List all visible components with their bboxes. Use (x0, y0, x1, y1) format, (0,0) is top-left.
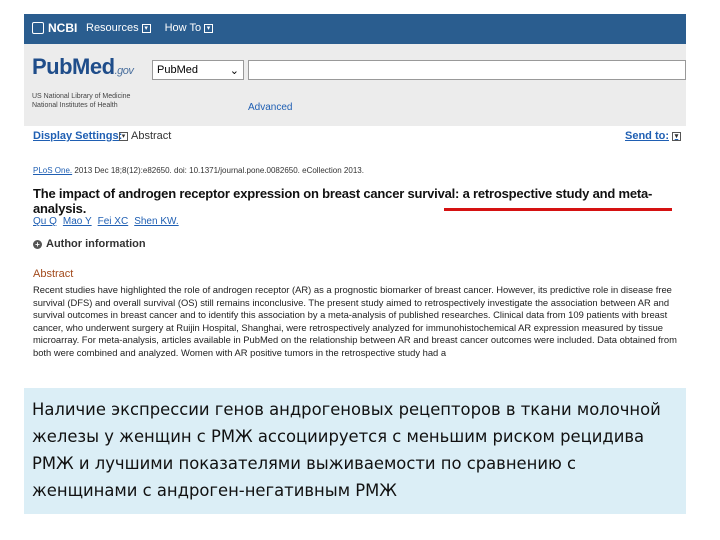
display-settings-row: Display Settings: ▾ Abstract Send to: ▾ (33, 130, 681, 146)
database-select-value: PubMed (157, 64, 198, 76)
pubmed-logo[interactable]: PubMed.gov (32, 54, 134, 80)
search-input[interactable] (248, 60, 686, 80)
author-link[interactable]: Mao Y (63, 216, 92, 227)
journal-link[interactable]: PLoS One. (33, 166, 72, 175)
ncbi-menu-resources-label: Resources (86, 22, 139, 34)
highlight-underline (444, 208, 672, 211)
ncbi-menu-howto[interactable]: How To ▾ (164, 22, 214, 34)
ncbi-menu: Resources ▾ How To ▾ (86, 22, 214, 34)
send-to-label: Send to: (625, 130, 669, 142)
ncbi-menu-resources[interactable]: Resources ▾ (86, 22, 151, 34)
author-link[interactable]: Shen KW. (134, 216, 178, 227)
ncbi-logo-text: NCBI (48, 21, 78, 35)
chevron-down-icon: ▾ (141, 23, 151, 33)
database-select[interactable]: PubMed ⌄ (152, 60, 244, 80)
expand-plus-icon: + (33, 239, 42, 249)
pubmed-logo-gov: .gov (114, 65, 134, 77)
overlay-text: Наличие экспрессии генов андрогеновых ре… (32, 400, 661, 500)
ncbi-logo[interactable]: NCBI (32, 21, 77, 35)
author-link[interactable]: Qu Q (33, 216, 57, 227)
abstract-heading: Abstract (33, 268, 74, 280)
chevron-down-icon: ▾ (119, 131, 128, 141)
citation-details: 2013 Dec 18;8(12):e82650. doi: 10.1371/j… (74, 166, 364, 175)
pubmed-header: PubMed.gov US National Library of Medici… (24, 44, 686, 126)
nih-line: National Institutes of Health (32, 102, 118, 109)
author-link[interactable]: Fei XC (98, 216, 129, 227)
nlm-subtitle: US National Library of Medicine National… (32, 92, 130, 110)
ncbi-menu-howto-label: How To (164, 22, 202, 34)
chevron-down-icon: ▾ (672, 131, 681, 141)
display-settings-link[interactable]: Display Settings: (33, 130, 122, 142)
citation-line: PLoS One. 2013 Dec 18;8(12):e82650. doi:… (33, 166, 364, 175)
chevron-down-icon: ⌄ (229, 64, 239, 77)
pubmed-logo-text: PubMed (32, 54, 115, 79)
translation-overlay: Наличие экспрессии генов андрогеновых ре… (24, 388, 686, 514)
nlm-line: US National Library of Medicine (32, 93, 131, 100)
ncbi-top-bar: NCBI Resources ▾ How To ▾ (24, 14, 686, 44)
display-format-value: Abstract (131, 130, 172, 142)
chevron-down-icon: ▾ (204, 23, 214, 33)
display-format-dropdown[interactable]: ▾ Abstract (119, 130, 171, 142)
ncbi-logo-icon (32, 22, 44, 34)
author-list: Qu Q Mao Y Fei XC Shen KW. (33, 216, 179, 227)
abstract-text: Recent studies have highlighted the role… (33, 284, 677, 358)
article-title: The impact of androgen receptor expressi… (33, 186, 653, 216)
author-information-label: Author information (46, 238, 146, 250)
send-to-menu[interactable]: Send to: ▾ (625, 130, 681, 142)
author-information-toggle[interactable]: + Author information (33, 238, 146, 250)
advanced-search-link[interactable]: Advanced (248, 102, 292, 113)
